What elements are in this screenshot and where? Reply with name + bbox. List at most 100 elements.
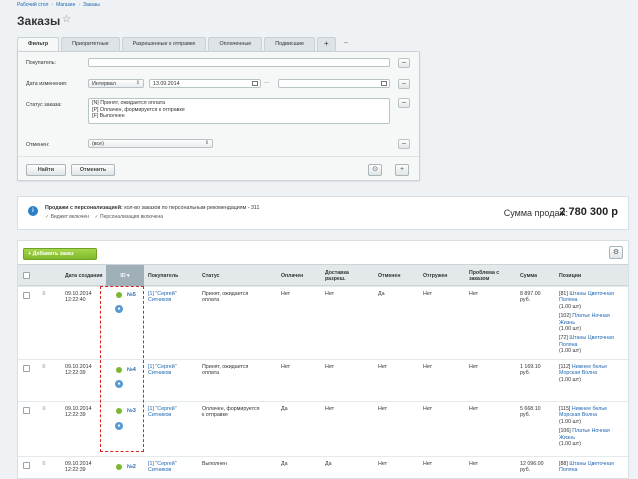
date-separator: ---: [264, 80, 270, 86]
cell-delivery: Нет: [325, 364, 335, 370]
breadcrumb-desktop[interactable]: Рабочий стол: [17, 2, 48, 8]
status-option[interactable]: [F] Выполнен: [92, 113, 386, 120]
column-status[interactable]: Статус: [202, 265, 272, 287]
id-column-highlight: [100, 286, 144, 452]
cell-canceled: Нет: [378, 406, 388, 412]
personalization-status: ✓ Виджет включен ✓ Персонализация включе…: [45, 214, 163, 220]
breadcrumb-separator: ›: [51, 2, 54, 8]
breadcrumb-shop[interactable]: Магазин: [56, 2, 75, 8]
filter-panel: Покупатель: – Дата изменения: Интервал ⇕…: [17, 51, 420, 181]
cancel-filter-button[interactable]: Отменить: [71, 164, 115, 176]
cell-problem: Нет: [469, 291, 479, 297]
status-dot-green-icon: [116, 464, 122, 470]
buyer-label: Покупатель:: [26, 60, 56, 66]
cell-positions: [115] Нижнее белье Морская Волна (1.00 ш…: [559, 406, 625, 447]
cell-shipped: Нет: [423, 461, 433, 467]
favorite-star-icon[interactable]: ☆: [62, 14, 71, 25]
cell-sum: 8 897.00 руб.: [520, 291, 541, 304]
chevron-down-icon: ⇕: [204, 140, 209, 146]
calendar-icon[interactable]: [381, 81, 387, 86]
row-menu-icon[interactable]: ≡: [42, 364, 48, 370]
cell-delivery: Нет: [325, 291, 335, 297]
column-positions[interactable]: Позиции: [559, 265, 619, 287]
date-mode-select[interactable]: Интервал ⇕: [88, 79, 144, 88]
canceled-label: Отменен:: [26, 142, 50, 148]
add-field-button[interactable]: +: [395, 164, 409, 176]
cell-sum: 12 096.00 руб.: [520, 461, 544, 474]
cell-buyer[interactable]: [1] "Сергей" Ситников: [148, 364, 177, 377]
row-checkbox[interactable]: [23, 292, 30, 299]
tab-stuck[interactable]: Подвисшие: [264, 37, 316, 51]
cell-paid: Да: [281, 406, 288, 412]
breadcrumb: Рабочий стол › Магазин › Заказы: [17, 2, 100, 8]
date-mode-value: Интервал: [92, 81, 116, 87]
column-problem[interactable]: Проблема с заказом: [469, 265, 509, 287]
add-order-button[interactable]: + Добавить заказ: [23, 248, 97, 260]
remove-canceled-field-button[interactable]: –: [398, 139, 410, 149]
chevron-down-icon: ⇕: [135, 80, 140, 86]
cell-buyer[interactable]: [1] "Сергей" Ситников: [148, 291, 177, 304]
column-canceled[interactable]: Отменен: [378, 265, 413, 287]
row-menu-icon[interactable]: ≡: [42, 291, 48, 297]
remove-date-field-button[interactable]: –: [398, 79, 410, 89]
date-from-input[interactable]: 13.09.2014: [149, 79, 261, 88]
order-id-link[interactable]: №2: [127, 464, 136, 470]
date-to-input[interactable]: [278, 79, 390, 88]
info-icon: i: [28, 206, 38, 216]
breadcrumb-orders[interactable]: Заказы: [83, 2, 100, 8]
calendar-icon[interactable]: [252, 81, 258, 86]
cell-date: 09.10.2014 12:22:39: [65, 364, 92, 377]
cell-canceled: Да: [378, 291, 385, 297]
canceled-select[interactable]: (все) ⇕: [88, 139, 213, 148]
tab-allowed-shipping[interactable]: Разрешенные к отправке: [121, 37, 207, 51]
remove-buyer-field-button[interactable]: –: [398, 58, 410, 68]
cell-date: 09.10.2014 12:22:40: [65, 291, 92, 304]
cell-date: 09.10.2014 12:22:39: [65, 461, 92, 474]
personalization-panel: i Продажи с персонализацией: кол-во зака…: [17, 196, 629, 230]
personalization-status-text: Персонализация включена: [100, 214, 164, 220]
column-buyer[interactable]: Покупатель: [148, 265, 198, 287]
cell-shipped: Нет: [423, 406, 433, 412]
date-label: Дата изменения:: [26, 81, 68, 87]
cell-canceled: Нет: [378, 461, 388, 467]
collapse-tabs-button[interactable]: –: [338, 37, 354, 51]
status-multiselect[interactable]: [N] Принят, ожидается оплата [P] Оплачен…: [88, 98, 390, 124]
cell-paid: Нет: [281, 291, 291, 297]
row-divider: [18, 456, 628, 457]
row-checkbox[interactable]: [23, 462, 30, 469]
cell-positions: [88] Штаны Цветочная Поляна: [559, 461, 625, 474]
gear-icon[interactable]: ⚙: [609, 246, 623, 259]
tab-paid[interactable]: Оплаченные: [208, 37, 263, 51]
tab-priority[interactable]: Приоритетные: [61, 37, 120, 51]
breadcrumb-separator: ›: [78, 2, 81, 8]
column-delivery[interactable]: Доставка разреш.: [325, 265, 360, 287]
personalization-title: Продажи с персонализацией: кол-во заказо…: [45, 205, 259, 211]
row-checkbox[interactable]: [23, 365, 30, 372]
cell-buyer[interactable]: [1] "Сергей" Ситников: [148, 461, 177, 474]
cell-buyer[interactable]: [1] "Сергей" Ситников: [148, 406, 177, 419]
cell-delivery: Нет: [325, 406, 335, 412]
buyer-input[interactable]: [88, 58, 390, 67]
cell-status: Оплачен, формируется к отправке: [202, 406, 260, 419]
settings-circle-icon[interactable]: ⊙: [368, 164, 382, 176]
column-shipped[interactable]: Отгружен: [423, 265, 461, 287]
row-menu-icon[interactable]: ≡: [42, 461, 48, 467]
row-menu-icon[interactable]: ≡: [42, 406, 48, 412]
cell-canceled: Нет: [378, 364, 388, 370]
column-id[interactable]: ID ▾: [106, 265, 144, 287]
find-button[interactable]: Найти: [26, 164, 66, 176]
tab-filter[interactable]: Фильтр: [17, 37, 60, 51]
cell-date: 09.10.2014 12:22:39: [65, 406, 92, 419]
personalization-title-rest: кол-во заказов по персональным рекоменда…: [124, 205, 260, 211]
add-tab-button[interactable]: +: [317, 37, 336, 51]
cell-problem: Нет: [469, 364, 479, 370]
status-label: Статус заказа:: [26, 102, 62, 108]
row-checkbox[interactable]: [23, 407, 30, 414]
remove-status-field-button[interactable]: –: [398, 98, 410, 108]
cell-paid: Нет: [281, 364, 291, 370]
cell-sum: 5 668.10 руб.: [520, 406, 541, 419]
select-all-checkbox[interactable]: [23, 272, 30, 279]
column-paid[interactable]: Оплачен: [281, 265, 316, 287]
column-date[interactable]: Дата создания: [65, 265, 105, 287]
column-sum[interactable]: Сумма: [520, 265, 550, 287]
